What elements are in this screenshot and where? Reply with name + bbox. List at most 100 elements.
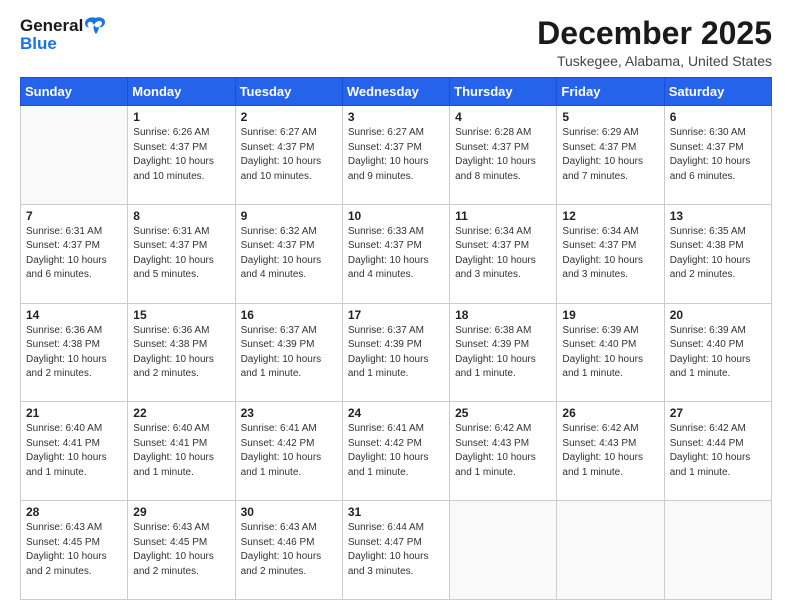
day-number: 11 [455,209,551,223]
calendar-cell: 9Sunrise: 6:32 AM Sunset: 4:37 PM Daylig… [235,204,342,303]
day-info: Sunrise: 6:29 AM Sunset: 4:37 PM Dayligh… [562,126,658,184]
day-number: 14 [26,308,122,322]
calendar-cell [450,501,557,600]
day-number: 20 [670,308,766,322]
day-number: 19 [562,308,658,322]
day-number: 5 [562,110,658,124]
day-number: 6 [670,110,766,124]
calendar-cell: 11 Sunrise: 6:34 AM Sunset: 4:37 PM Dayli… [450,204,557,303]
calendar-cell: 5 Sunrise: 6:29 AM Sunset: 4:37 PM Daylig… [557,106,664,205]
calendar-cell: 7Sunrise: 6:31 AM Sunset: 4:37 PM Daylig… [21,204,128,303]
day-number: 22 [133,406,229,420]
day-number: 9 [241,209,337,223]
day-info: Sunrise: 6:42 AM Sunset: 4:43 PM Dayligh… [562,422,658,480]
calendar-cell: 14 Sunrise: 6:36 AM Sunset: 4:38 PM Dayli… [21,303,128,402]
day-info: Sunrise: 6:43 AM Sunset: 4:46 PM Dayligh… [241,521,337,579]
day-number: 2 [241,110,337,124]
day-info: Sunrise: 6:28 AM Sunset: 4:37 PM Dayligh… [455,126,551,184]
day-number: 24 [348,406,444,420]
day-number: 16 [241,308,337,322]
day-info: Sunrise: 6:44 AM Sunset: 4:47 PM Dayligh… [348,521,444,579]
day-info: Sunrise: 6:43 AM Sunset: 4:45 PM Dayligh… [26,521,122,579]
calendar-cell: 6 Sunrise: 6:30 AM Sunset: 4:37 PM Daylig… [664,106,771,205]
day-info: Sunrise: 6:39 AM Sunset: 4:40 PM Dayligh… [562,324,658,382]
calendar-cell: 2 Sunrise: 6:27 AM Sunset: 4:37 PM Daylig… [235,106,342,205]
calendar-cell: 15 Sunrise: 6:36 AM Sunset: 4:38 PM Dayli… [128,303,235,402]
calendar-week-0: 1Sunrise: 6:26 AM Sunset: 4:37 PM Daylig… [21,106,772,205]
calendar-cell: 23 Sunrise: 6:41 AM Sunset: 4:42 PM Dayli… [235,402,342,501]
calendar-cell: 10 Sunrise: 6:33 AM Sunset: 4:37 PM Dayli… [342,204,449,303]
calendar-week-4: 28 Sunrise: 6:43 AM Sunset: 4:45 PM Dayli… [21,501,772,600]
calendar-cell [21,106,128,205]
calendar-cell: 25Sunrise: 6:42 AM Sunset: 4:43 PM Dayli… [450,402,557,501]
day-info: Sunrise: 6:42 AM Sunset: 4:43 PM Dayligh… [455,422,551,480]
day-number: 13 [670,209,766,223]
day-info: Sunrise: 6:27 AM Sunset: 4:37 PM Dayligh… [348,126,444,184]
calendar-week-3: 21 Sunrise: 6:40 AM Sunset: 4:41 PM Dayli… [21,402,772,501]
calendar-cell: 13 Sunrise: 6:35 AM Sunset: 4:38 PM Dayli… [664,204,771,303]
calendar-cell: 30 Sunrise: 6:43 AM Sunset: 4:46 PM Dayli… [235,501,342,600]
day-info: Sunrise: 6:37 AM Sunset: 4:39 PM Dayligh… [241,324,337,382]
calendar-week-1: 7 Sunrise: 6:31 AM Sunset: 4:37 PM Daylig… [21,204,772,303]
day-info: Sunrise: 6:27 AM Sunset: 4:37 PM Dayligh… [241,126,337,184]
day-number: 7 [26,209,122,223]
day-number: 12 [562,209,658,223]
day-info: Sunrise: 6:30 AM Sunset: 4:37 PM Dayligh… [670,126,766,184]
calendar-cell: 12 Sunrise: 6:34 AM Sunset: 4:37 PM Dayli… [557,204,664,303]
calendar-header-friday: Friday [557,78,664,106]
day-info: Sunrise: 6:33 AM Sunset: 4:37 PM Dayligh… [348,225,444,283]
calendar-cell: 31Sunrise: 6:44 AM Sunset: 4:47 PM Dayli… [342,501,449,600]
calendar-cell: 29 Sunrise: 6:43 AM Sunset: 4:45 PM Dayli… [128,501,235,600]
day-info: Sunrise: 6:41 AM Sunset: 4:42 PM Dayligh… [348,422,444,480]
header: General Blue December 2025 Tuskegee, Ala… [20,16,772,69]
day-info: Sunrise: 6:38 AM Sunset: 4:39 PM Dayligh… [455,324,551,382]
location: Tuskegee, Alabama, United States [537,53,772,69]
calendar-header-saturday: Saturday [664,78,771,106]
calendar-header-sunday: Sunday [21,78,128,106]
day-info: Sunrise: 6:40 AM Sunset: 4:41 PM Dayligh… [133,422,229,480]
day-info: Sunrise: 6:36 AM Sunset: 4:38 PM Dayligh… [26,324,122,382]
day-number: 23 [241,406,337,420]
day-number: 21 [26,406,122,420]
day-number: 26 [562,406,658,420]
calendar-header-wednesday: Wednesday [342,78,449,106]
calendar-header-monday: Monday [128,78,235,106]
calendar-week-2: 14 Sunrise: 6:36 AM Sunset: 4:38 PM Dayli… [21,303,772,402]
month-title: December 2025 [537,16,772,51]
page: General Blue December 2025 Tuskegee, Ala… [0,0,792,612]
day-info: Sunrise: 6:34 AM Sunset: 4:37 PM Dayligh… [562,225,658,283]
title-block: December 2025 Tuskegee, Alabama, United … [537,16,772,69]
logo: General Blue [20,16,107,54]
day-info: Sunrise: 6:41 AM Sunset: 4:42 PM Dayligh… [241,422,337,480]
calendar-header-tuesday: Tuesday [235,78,342,106]
day-number: 10 [348,209,444,223]
day-info: Sunrise: 6:31 AM Sunset: 4:37 PM Dayligh… [133,225,229,283]
day-number: 8 [133,209,229,223]
calendar-cell: 22 Sunrise: 6:40 AM Sunset: 4:41 PM Dayli… [128,402,235,501]
day-info: Sunrise: 6:43 AM Sunset: 4:45 PM Dayligh… [133,521,229,579]
day-number: 3 [348,110,444,124]
day-number: 29 [133,505,229,519]
calendar-cell: 26 Sunrise: 6:42 AM Sunset: 4:43 PM Dayli… [557,402,664,501]
calendar-header-row: SundayMondayTuesdayWednesdayThursdayFrid… [21,78,772,106]
day-info: Sunrise: 6:35 AM Sunset: 4:38 PM Dayligh… [670,225,766,283]
day-number: 30 [241,505,337,519]
day-number: 27 [670,406,766,420]
calendar-cell: 1Sunrise: 6:26 AM Sunset: 4:37 PM Daylig… [128,106,235,205]
calendar-cell [557,501,664,600]
logo-blue-text: Blue [20,34,57,54]
day-number: 28 [26,505,122,519]
calendar-cell: 3 Sunrise: 6:27 AM Sunset: 4:37 PM Daylig… [342,106,449,205]
calendar-cell: 8 Sunrise: 6:31 AM Sunset: 4:37 PM Daylig… [128,204,235,303]
day-number: 4 [455,110,551,124]
day-info: Sunrise: 6:42 AM Sunset: 4:44 PM Dayligh… [670,422,766,480]
calendar-cell [664,501,771,600]
day-number: 15 [133,308,229,322]
day-info: Sunrise: 6:26 AM Sunset: 4:37 PM Dayligh… [133,126,229,184]
day-info: Sunrise: 6:36 AM Sunset: 4:38 PM Dayligh… [133,324,229,382]
day-info: Sunrise: 6:37 AM Sunset: 4:39 PM Dayligh… [348,324,444,382]
calendar-cell: 21Sunrise: 6:40 AM Sunset: 4:41 PM Dayli… [21,402,128,501]
day-info: Sunrise: 6:34 AM Sunset: 4:37 PM Dayligh… [455,225,551,283]
calendar-cell: 16 Sunrise: 6:37 AM Sunset: 4:39 PM Dayli… [235,303,342,402]
calendar-table: SundayMondayTuesdayWednesdayThursdayFrid… [20,77,772,600]
